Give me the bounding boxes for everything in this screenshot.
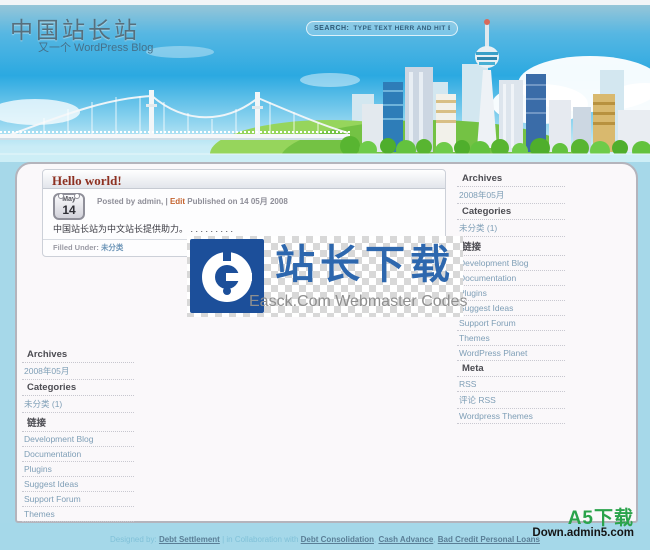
- sidebar-item-link[interactable]: 评论 RSS: [457, 392, 565, 409]
- sidebar-item-link[interactable]: Wordpress Themes: [457, 409, 565, 424]
- post-date-day: 14: [55, 204, 83, 216]
- sidebar-item-link[interactable]: RSS: [457, 377, 565, 392]
- watermark-subtitle: Easck.Com Webmaster Codes: [249, 293, 467, 311]
- sidebar-item-link[interactable]: Support Forum: [22, 492, 134, 507]
- blog-page: 中国站长站 又一个 WordPress Blog Search: Hello w…: [0, 0, 650, 550]
- sidebar-section-header: Categories: [457, 204, 565, 220]
- a5-download-badge[interactable]: A5下载 Down.admin5.com: [532, 511, 634, 539]
- sidebar-item-link[interactable]: Plugins: [22, 462, 134, 477]
- sidebar-item-link[interactable]: Suggest Ideas: [22, 477, 134, 492]
- sidebar-section-header: 链接: [457, 237, 565, 256]
- published-text: Published on 14 05月 2008: [187, 197, 287, 206]
- sidebar-section-header: Archives: [22, 347, 134, 363]
- filed-under-label: Filled Under:: [53, 243, 99, 252]
- sidebar-item-link[interactable]: Suggest Ideas: [457, 301, 565, 316]
- sidebar-item-link[interactable]: Development Blog: [22, 432, 134, 447]
- post-date-badge: May 14: [53, 193, 85, 220]
- watermark-title: 站长下载: [275, 237, 455, 293]
- sidebar-item-link[interactable]: Support Forum: [457, 316, 565, 331]
- category-link[interactable]: 未分类: [101, 243, 124, 252]
- footer-link[interactable]: Debt Consolidation: [301, 535, 374, 544]
- sidebar-section-header: 链接: [22, 413, 134, 432]
- a5-badge-domain[interactable]: Down.admin5.com: [532, 527, 634, 539]
- sidebar-section-header: Categories: [22, 380, 134, 396]
- watermark-overlay: 站长下载 Easck.Com Webmaster Codes: [187, 236, 463, 317]
- sidebar-item-link[interactable]: Documentation: [457, 271, 565, 286]
- post-meta: May 14 Posted by admin, | Edit Published…: [43, 189, 445, 221]
- sidebar-section-header: Archives: [457, 171, 565, 187]
- posted-by-text: Posted by admin, |: [97, 197, 168, 206]
- sidebar-item-link[interactable]: 未分类 (1): [22, 396, 134, 413]
- sidebar-section-header: Meta: [457, 361, 565, 377]
- footer-link[interactable]: Bad Credit Personal Loans: [438, 535, 540, 544]
- collaboration-label: | in Collaboration with: [222, 535, 298, 544]
- sidebar-item-link[interactable]: Themes: [22, 507, 134, 522]
- sidebar-item-link[interactable]: WordPress Planet: [457, 346, 565, 361]
- search-box[interactable]: Search:: [306, 21, 458, 36]
- water-illustration: [0, 154, 650, 162]
- edit-link[interactable]: Edit: [170, 197, 185, 206]
- sidebar-item-link[interactable]: 2008年05月: [457, 187, 565, 204]
- sidebar-item-link[interactable]: Development Blog: [457, 256, 565, 271]
- sidebar-item-link[interactable]: 2008年05月: [22, 363, 134, 380]
- post-meta-text: Posted by admin, | Edit Published on 14 …: [97, 193, 435, 207]
- a5-badge-title[interactable]: A5下载: [532, 511, 634, 527]
- filed-under: Filled Under: 未分类: [53, 242, 123, 253]
- sidebar-item-link[interactable]: 未分类 (1): [457, 220, 565, 237]
- site-header: 中国站长站 又一个 WordPress Blog Search:: [0, 5, 650, 162]
- sidebar-item-link[interactable]: Plugins: [457, 286, 565, 301]
- sidebar-left: Archives2008年05月Categories未分类 (1)链接Devel…: [22, 347, 134, 550]
- search-input[interactable]: [353, 25, 450, 32]
- sidebar-item-link[interactable]: Documentation: [22, 447, 134, 462]
- sidebar-item-link[interactable]: Themes: [457, 331, 565, 346]
- sidebar-right: Archives2008年05月Categories未分类 (1)链接Devel…: [457, 171, 565, 424]
- post-header: Hello world!: [43, 170, 445, 189]
- designer-link[interactable]: Debt Settlement: [159, 535, 220, 544]
- site-tagline: 又一个 WordPress Blog: [38, 39, 153, 55]
- footer-link[interactable]: Cash Advance: [378, 535, 433, 544]
- content-wrapper: Hello world! May 14 Posted by admin, | E…: [15, 162, 638, 523]
- post-title-link[interactable]: Hello world!: [52, 173, 122, 188]
- search-label: Search:: [314, 25, 349, 32]
- designed-by-label: Designed by:: [110, 535, 157, 544]
